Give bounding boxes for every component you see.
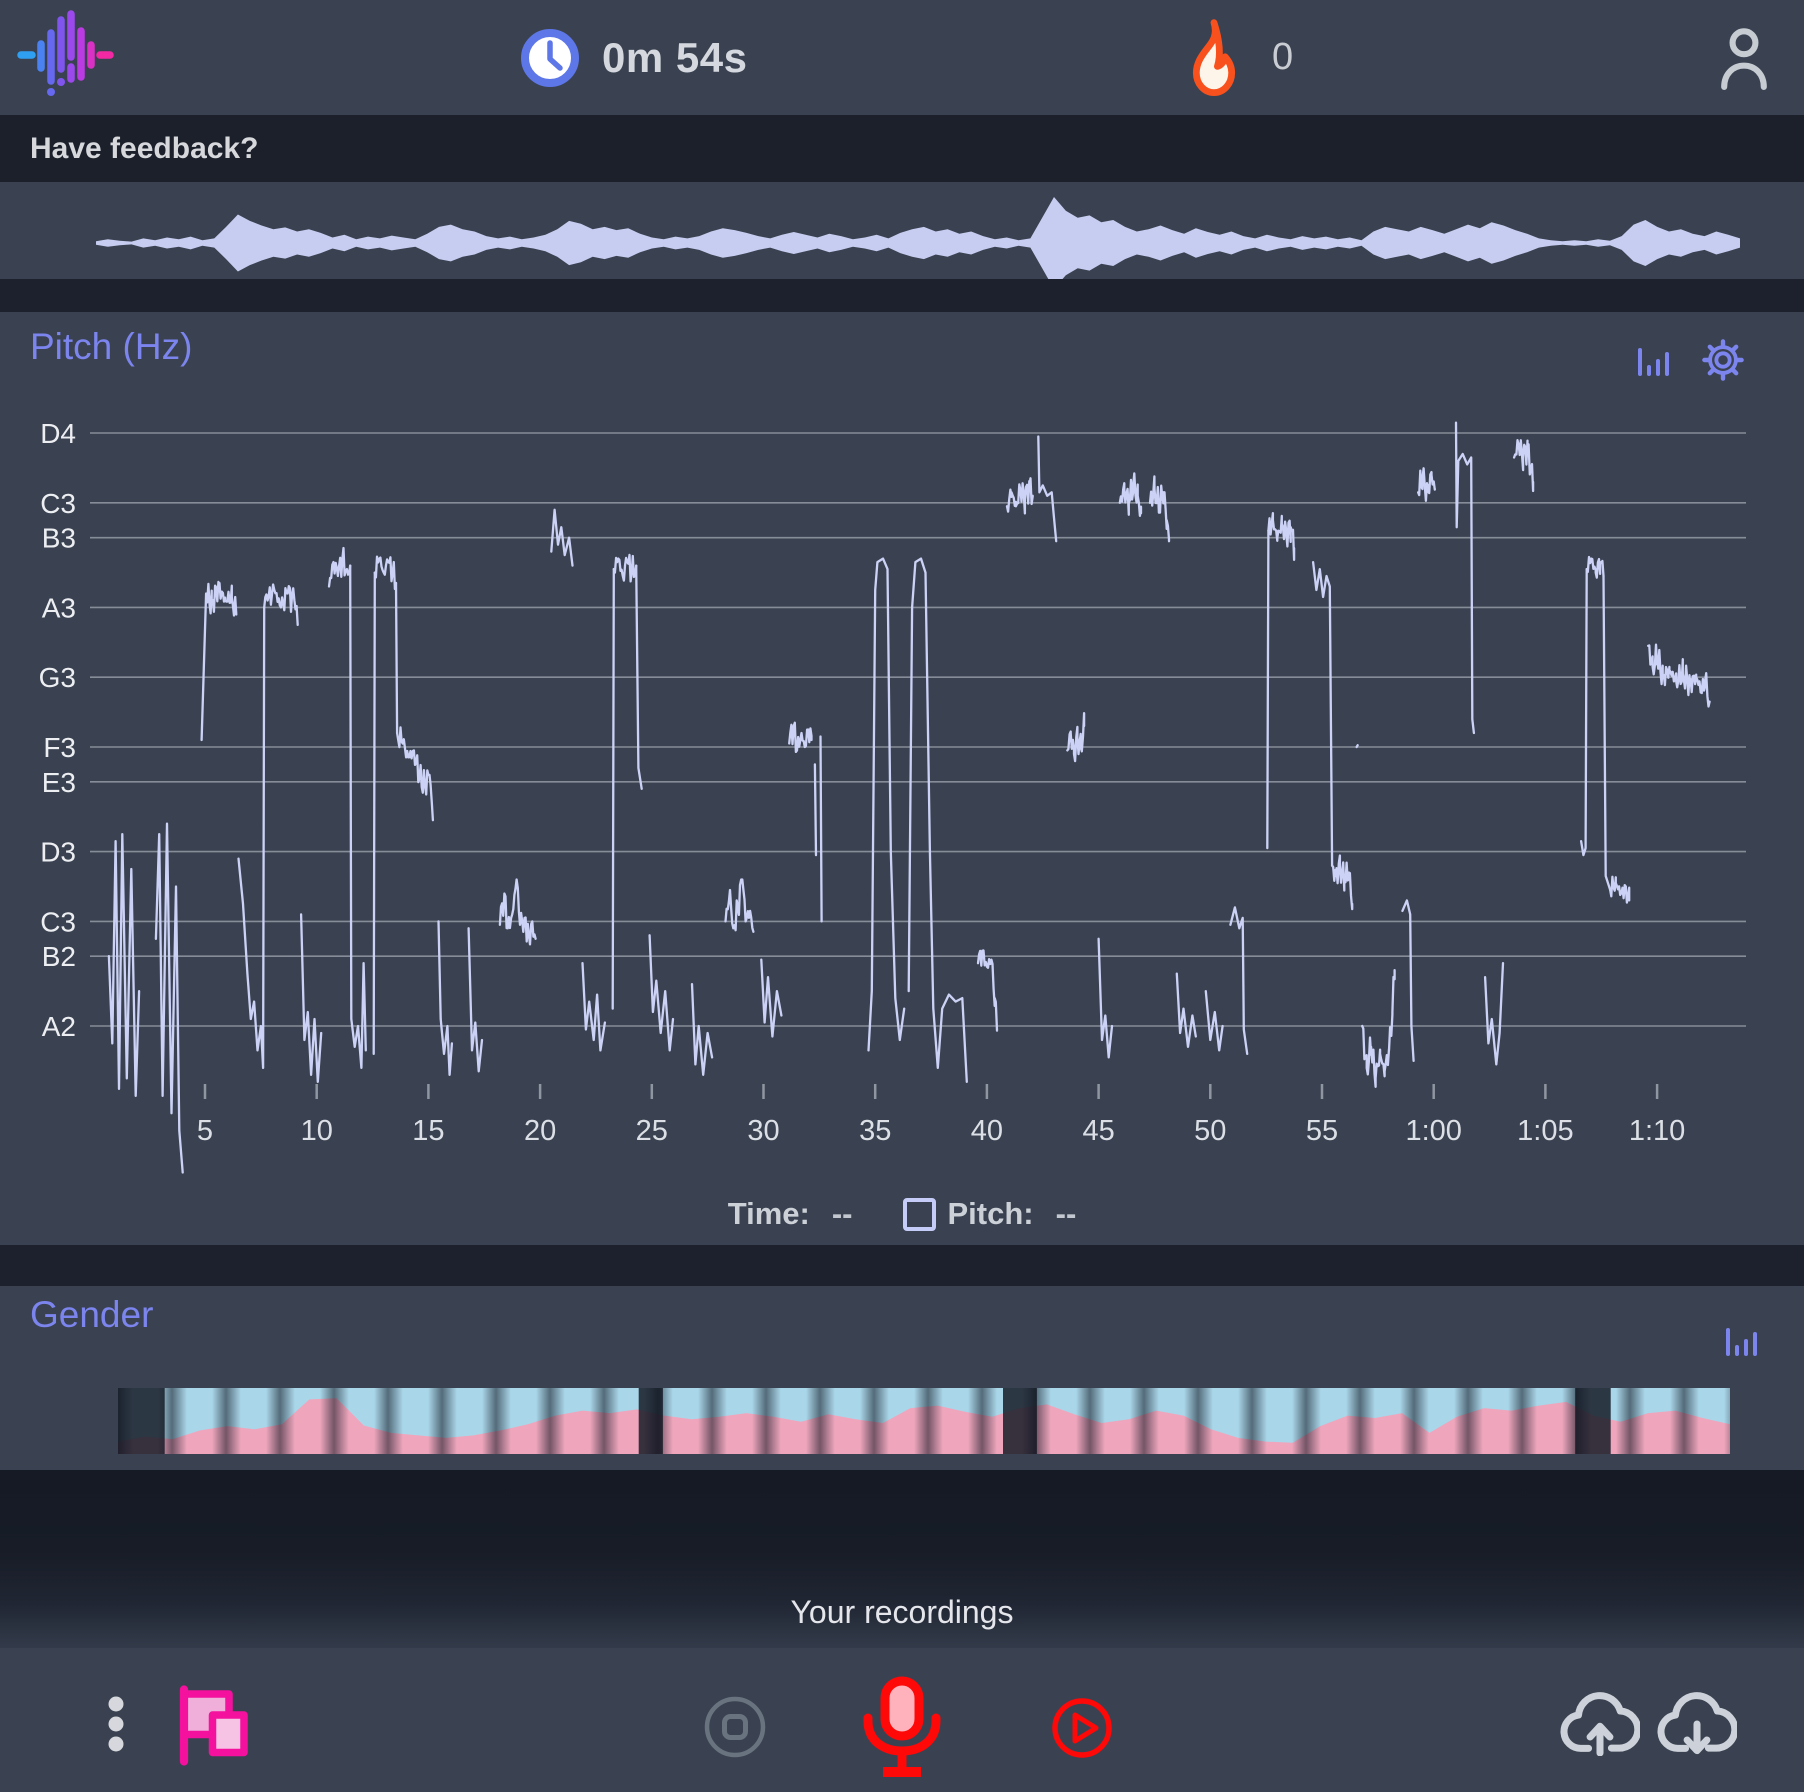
profile-button[interactable] [1718,26,1770,90]
pitch-marker-checkbox[interactable] [903,1198,936,1231]
hover-status-row: Time: -- Pitch: -- [0,1188,1804,1240]
svg-text:5: 5 [197,1115,213,1147]
svg-text:B3: B3 [42,523,76,554]
svg-text:35: 35 [859,1115,891,1147]
microphone-icon [868,1681,936,1772]
clock-icon [518,26,582,90]
svg-text:25: 25 [636,1115,668,1147]
pride-flag-button[interactable] [172,1682,256,1766]
gender-title: Gender [30,1294,153,1336]
svg-text:15: 15 [412,1115,444,1147]
waveform-graph [0,182,1804,279]
app-logo[interactable] [14,6,114,106]
svg-text:1:05: 1:05 [1517,1115,1573,1147]
svg-text:10: 10 [301,1115,333,1147]
menu-button[interactable] [98,1696,134,1752]
time-label: Time: [728,1196,810,1232]
flame-icon [1186,18,1242,98]
svg-text:1:10: 1:10 [1629,1115,1685,1147]
feedback-label: Have feedback? [30,132,258,166]
svg-text:G3: G3 [39,662,76,693]
svg-text:F3: F3 [43,732,76,763]
svg-text:45: 45 [1082,1115,1114,1147]
gender-histogram-button[interactable] [1724,1324,1760,1358]
svg-text:D3: D3 [40,837,76,868]
svg-text:55: 55 [1306,1115,1338,1147]
svg-text:40: 40 [971,1115,1003,1147]
person-icon [1733,31,1756,54]
svg-text:D4: D4 [40,418,76,449]
svg-text:A2: A2 [42,1011,76,1042]
svg-text:C3: C3 [40,906,76,937]
play-icon [1055,1701,1109,1755]
svg-text:E3: E3 [42,767,76,798]
download-button[interactable] [1657,1692,1737,1756]
histogram-icon [1726,1328,1757,1356]
record-button[interactable] [858,1676,946,1780]
svg-text:30: 30 [747,1115,779,1147]
stop-icon [707,1699,763,1755]
gender-chart [118,1388,1730,1454]
svg-text:B2: B2 [42,941,76,972]
pitch-panel: Pitch (Hz) D4C3B3A3G3F3E3D3C3B2A25101520… [0,312,1804,1245]
svg-text:20: 20 [524,1115,556,1147]
upload-button[interactable] [1560,1692,1640,1756]
toolbar [0,1648,1804,1792]
stop-button[interactable] [700,1692,770,1762]
header: 0m 54s 0 [0,0,1804,115]
session-timer: 0m 54s [518,0,747,115]
cloud-upload-icon [1564,1696,1638,1753]
recordings-title: Your recordings [0,1594,1804,1631]
svg-text:A3: A3 [42,592,76,623]
recordings-section: Your recordings [0,1470,1804,1648]
play-button[interactable] [1048,1694,1116,1762]
kebab-menu-icon [109,1697,124,1752]
waveform-display[interactable] [0,182,1804,279]
feedback-link[interactable]: Have feedback? [0,115,1804,182]
timer-value: 0m 54s [602,34,747,82]
svg-text:1:00: 1:00 [1405,1115,1461,1147]
pride-flag-icon [184,1690,244,1762]
cloud-download-icon [1661,1696,1735,1751]
streak-value: 0 [1272,36,1293,79]
pitch-chart[interactable]: D4 C3 B3 A3 G3 F3 E3 D3 C3 B2 A2 5 10 15 20 25 30 35 40 45 5… [0,312,1804,1245]
streak-counter: 0 [1186,0,1293,115]
gender-panel: Gender [0,1286,1804,1470]
svg-text:50: 50 [1194,1115,1226,1147]
gender-gloss-overlay [118,1388,1730,1454]
time-value: -- [832,1196,853,1232]
svg-text:C3: C3 [40,488,76,519]
pitch-label: Pitch: [948,1196,1034,1232]
pitch-value: -- [1056,1196,1077,1232]
